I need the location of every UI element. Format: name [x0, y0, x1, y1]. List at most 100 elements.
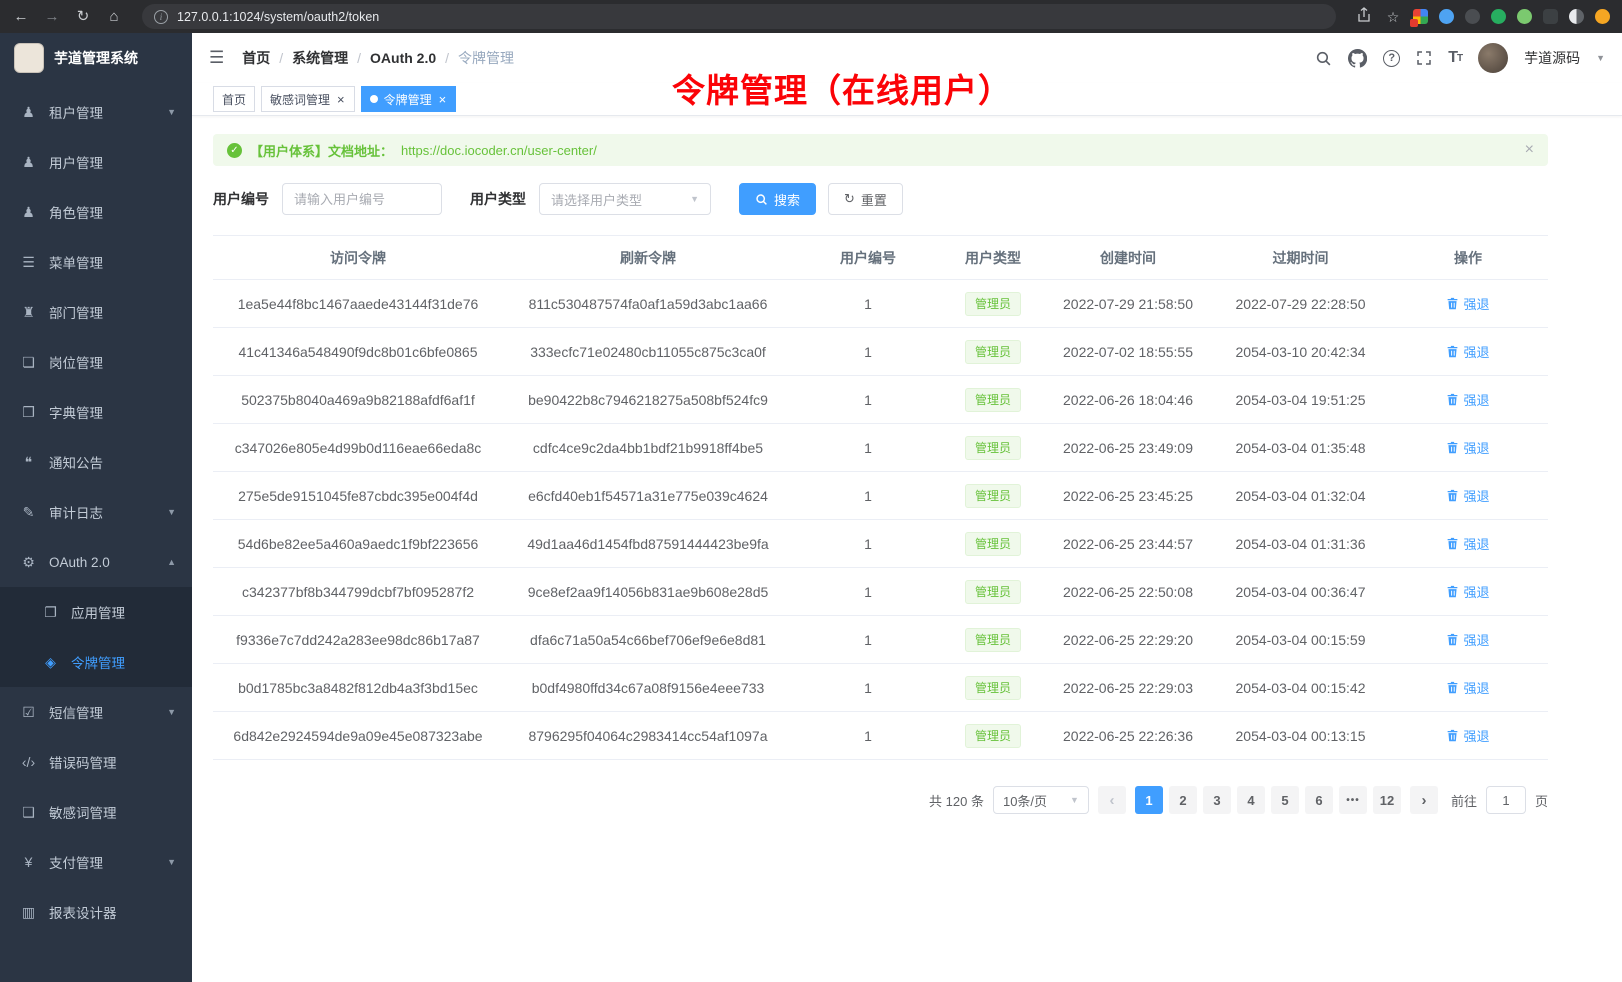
- force-logout-button[interactable]: 强退: [1446, 390, 1489, 409]
- fullscreen-icon[interactable]: [1416, 50, 1432, 66]
- sidebar-item-role[interactable]: ♟角色管理: [0, 187, 192, 237]
- browser-chrome: ← → ↻ ⌂ i 127.0.0.1:1024/system/oauth2/t…: [0, 0, 1622, 33]
- sidebar-item-sms[interactable]: ☑短信管理▼: [0, 687, 192, 737]
- force-logout-button[interactable]: 强退: [1446, 630, 1489, 649]
- extension-grid-icon[interactable]: [1413, 9, 1428, 24]
- github-icon[interactable]: [1348, 49, 1367, 68]
- sidebar-item-notice[interactable]: ❝通知公告: [0, 437, 192, 487]
- user-type-cell: 管理员: [943, 712, 1043, 760]
- reset-button[interactable]: ↻ 重置: [828, 183, 903, 215]
- sidebar-item-audit-log[interactable]: ✎审计日志▼: [0, 487, 192, 537]
- page-button-2[interactable]: 2: [1169, 786, 1197, 814]
- next-page-button[interactable]: ›: [1410, 786, 1438, 814]
- sms-icon: ☑: [20, 704, 37, 721]
- font-size-icon[interactable]: TT: [1448, 49, 1462, 67]
- profile-avatar-icon[interactable]: [1595, 9, 1610, 24]
- browser-back-button[interactable]: ←: [12, 9, 30, 24]
- tab-item[interactable]: 令牌管理×: [361, 86, 457, 112]
- refresh-token-cell: e6cfd40eb1f54571a31e775e039c4624: [503, 472, 793, 520]
- user-type-tag: 管理员: [965, 340, 1021, 364]
- table-body: 1ea5e44f8bc1467aaede43144f31de76811c5304…: [213, 280, 1548, 760]
- created-at-cell: 2022-06-25 22:29:20: [1043, 616, 1213, 664]
- force-logout-button[interactable]: 强退: [1446, 294, 1489, 313]
- site-info-icon[interactable]: i: [154, 10, 168, 24]
- goto-page-input[interactable]: [1486, 786, 1526, 814]
- force-logout-button[interactable]: 强退: [1446, 438, 1489, 457]
- sidebar-item-tenant[interactable]: ♟租户管理▼: [0, 87, 192, 137]
- sidebar-subitem-application[interactable]: ❐应用管理: [0, 587, 192, 637]
- extension-icon[interactable]: [1517, 9, 1532, 24]
- url-bar[interactable]: i 127.0.0.1:1024/system/oauth2/token: [142, 4, 1336, 29]
- browser-forward-button[interactable]: →: [43, 9, 61, 24]
- search-button[interactable]: 搜索: [739, 183, 816, 215]
- sidebar: 芋道管理系统 ♟租户管理▼♟用户管理♟角色管理☰菜单管理♜部门管理❏岗位管理❒字…: [0, 33, 192, 982]
- page-ellipsis[interactable]: •••: [1339, 786, 1367, 814]
- sidebar-item-oauth[interactable]: ⚙OAuth 2.0▲: [0, 537, 192, 587]
- user-id-cell: 1: [793, 520, 943, 568]
- table-row: 1ea5e44f8bc1467aaede43144f31de76811c5304…: [213, 280, 1548, 328]
- sidebar-item-menu[interactable]: ☰菜单管理: [0, 237, 192, 287]
- sidebar-item-user[interactable]: ♟用户管理: [0, 137, 192, 187]
- page-button-1[interactable]: 1: [1135, 786, 1163, 814]
- action-cell: 强退: [1388, 472, 1548, 520]
- extension-icon[interactable]: [1465, 9, 1480, 24]
- sidebar-item-department[interactable]: ♜部门管理: [0, 287, 192, 337]
- force-logout-button[interactable]: 强退: [1446, 342, 1489, 361]
- force-logout-button[interactable]: 强退: [1446, 486, 1489, 505]
- page-button-3[interactable]: 3: [1203, 786, 1231, 814]
- help-icon[interactable]: ?: [1383, 50, 1400, 67]
- force-logout-button[interactable]: 强退: [1446, 582, 1489, 601]
- chevron-down-icon: ▼: [690, 194, 699, 204]
- collapse-sidebar-icon[interactable]: ☰: [209, 48, 224, 68]
- user-type-cell: 管理员: [943, 328, 1043, 376]
- sidebar-item-post[interactable]: ❏岗位管理: [0, 337, 192, 387]
- sidebar-item-report-designer[interactable]: ▥报表设计器: [0, 887, 192, 937]
- bookmark-star-icon[interactable]: ☆: [1384, 10, 1402, 24]
- page-button-4[interactable]: 4: [1237, 786, 1265, 814]
- sidebar-submenu: ❐应用管理◈令牌管理: [0, 587, 192, 687]
- share-icon[interactable]: [1355, 7, 1373, 26]
- side-panel-icon[interactable]: [1569, 9, 1584, 24]
- close-tab-icon[interactable]: ×: [336, 93, 346, 106]
- browser-home-button[interactable]: ⌂: [105, 9, 123, 24]
- sidebar-item-sensitive-word[interactable]: ❑敏感词管理: [0, 787, 192, 837]
- sidebar-item-dictionary[interactable]: ❒字典管理: [0, 387, 192, 437]
- app-logo[interactable]: 芋道管理系统: [0, 33, 192, 83]
- tab-item[interactable]: 首页: [213, 86, 255, 112]
- user-id-input[interactable]: [282, 183, 442, 215]
- app-title: 芋道管理系统: [54, 48, 138, 68]
- column-header: 过期时间: [1213, 236, 1388, 280]
- breadcrumb-item[interactable]: 首页: [242, 48, 270, 68]
- user-type-cell: 管理员: [943, 568, 1043, 616]
- page-button-5[interactable]: 5: [1271, 786, 1299, 814]
- breadcrumb-item[interactable]: OAuth 2.0: [370, 50, 436, 66]
- search-icon[interactable]: [1315, 50, 1332, 67]
- close-tab-icon[interactable]: ×: [438, 93, 448, 106]
- tab-item[interactable]: 敏感词管理×: [261, 86, 355, 112]
- page-button-12[interactable]: 12: [1373, 786, 1401, 814]
- tab-bar: 首页敏感词管理×令牌管理×: [192, 83, 1622, 116]
- breadcrumb-item[interactable]: 系统管理: [292, 48, 348, 68]
- user-avatar[interactable]: [1478, 43, 1508, 73]
- browser-refresh-button[interactable]: ↻: [74, 9, 92, 24]
- user-icon: ♟: [20, 154, 37, 171]
- extension-icon[interactable]: [1543, 9, 1558, 24]
- prev-page-button[interactable]: ‹: [1098, 786, 1126, 814]
- user-id-cell: 1: [793, 472, 943, 520]
- user-type-select[interactable]: 请选择用户类型 ▼: [539, 183, 711, 215]
- sidebar-item-payment[interactable]: ¥支付管理▼: [0, 837, 192, 887]
- sidebar-item-error-code[interactable]: ‹/›错误码管理: [0, 737, 192, 787]
- chevron-down-icon[interactable]: ▼: [1596, 53, 1605, 63]
- alert-doc-link[interactable]: https://doc.iocoder.cn/user-center/: [401, 143, 597, 158]
- sidebar-subitem-token[interactable]: ◈令牌管理: [0, 637, 192, 687]
- force-logout-button[interactable]: 强退: [1446, 534, 1489, 553]
- alert-close-icon[interactable]: ×: [1525, 142, 1534, 158]
- force-logout-button[interactable]: 强退: [1446, 678, 1489, 697]
- page-button-6[interactable]: 6: [1305, 786, 1333, 814]
- extension-icon[interactable]: [1491, 9, 1506, 24]
- force-logout-button[interactable]: 强退: [1446, 726, 1489, 745]
- page-size-select[interactable]: 10条/页 ▼: [993, 786, 1089, 814]
- expires-at-cell: 2054-03-04 01:32:04: [1213, 472, 1388, 520]
- extension-icon[interactable]: [1439, 9, 1454, 24]
- user-name[interactable]: 芋道源码: [1524, 48, 1580, 68]
